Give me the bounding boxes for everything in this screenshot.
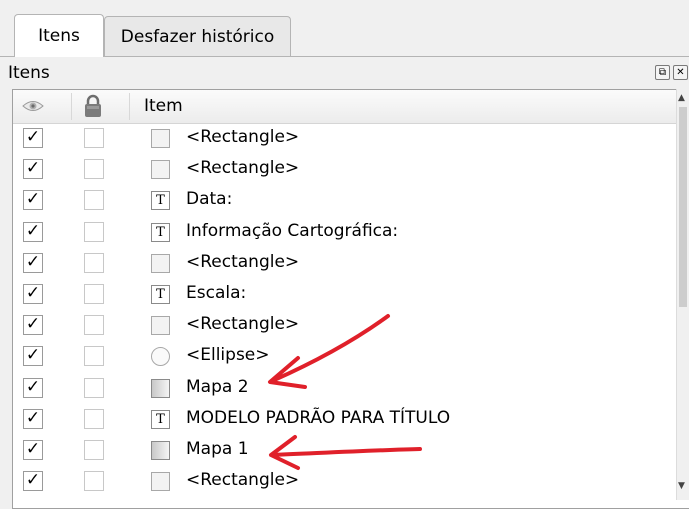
text-icon: T [151, 285, 170, 304]
tab-itens[interactable]: Itens [14, 14, 104, 57]
text-icon: T [151, 409, 170, 429]
item-label[interactable]: Mapa 1 [186, 439, 249, 459]
close-icon[interactable]: ✕ [673, 65, 688, 80]
map-icon [151, 378, 170, 398]
list-item[interactable]: ✓ Mapa 2 [13, 373, 689, 404]
panel-title: Itens [8, 63, 50, 83]
tree-header: Item [13, 90, 689, 124]
text-icon: T [151, 191, 170, 211]
visibility-checkbox[interactable]: ✓ [23, 440, 43, 460]
visibility-checkbox[interactable]: ✓ [23, 252, 43, 273]
item-label[interactable]: Data: [186, 189, 232, 209]
items-tree: Item ✓ <Rectangle> ✓ <Rectangle> ✓ T Data: ✓ T In… [12, 89, 689, 509]
item-label[interactable]: <Ellipse> [186, 345, 270, 365]
visibility-checkbox[interactable]: ✓ [23, 346, 43, 367]
item-label[interactable]: Informação Cartográfica: [186, 221, 398, 241]
lock-checkbox[interactable] [84, 346, 104, 367]
text-icon: T [151, 222, 170, 242]
lock-checkbox[interactable] [84, 315, 104, 336]
scroll-up-icon[interactable]: ▲ [678, 93, 685, 103]
list-item[interactable]: ✓ <Rectangle> [13, 466, 689, 497]
rectangle-icon [151, 253, 170, 273]
lock-checkbox[interactable] [84, 190, 104, 211]
rectangle-icon [151, 160, 170, 180]
list-item[interactable]: ✓ <Ellipse> [13, 341, 689, 372]
visibility-checkbox[interactable]: ✓ [23, 190, 43, 211]
scrollbar-thumb[interactable] [679, 107, 687, 307]
item-label[interactable]: <Rectangle> [186, 470, 299, 490]
rectangle-icon [151, 316, 170, 336]
item-label[interactable]: <Rectangle> [186, 158, 299, 178]
lock-icon[interactable] [83, 94, 103, 118]
item-label[interactable]: <Rectangle> [186, 252, 299, 272]
visibility-checkbox[interactable]: ✓ [23, 159, 43, 180]
visibility-checkbox[interactable]: ✓ [23, 284, 43, 304]
visibility-checkbox[interactable]: ✓ [23, 315, 43, 336]
list-item[interactable]: ✓ <Rectangle> [13, 248, 689, 279]
float-icon[interactable]: ⧉ [655, 65, 670, 80]
eye-icon[interactable] [22, 99, 44, 113]
lock-checkbox[interactable] [84, 377, 104, 398]
list-item[interactable]: ✓ T MODELO PADRÃO PARA TÍTULO [13, 404, 689, 435]
list-item[interactable]: ✓ <Rectangle> [13, 123, 689, 154]
list-item[interactable]: ✓ Mapa 1 [13, 435, 689, 466]
lock-checkbox[interactable] [84, 128, 104, 148]
item-label[interactable]: <Rectangle> [186, 314, 299, 334]
tab-bar: Itens Desfazer histórico [0, 0, 689, 57]
scroll-down-icon[interactable]: ▼ [678, 481, 685, 491]
rectangle-icon [151, 129, 170, 148]
list-item[interactable]: ✓ <Rectangle> [13, 154, 689, 185]
visibility-checkbox[interactable]: ✓ [23, 408, 43, 429]
rectangle-icon [151, 472, 170, 492]
lock-checkbox[interactable] [84, 159, 104, 180]
lock-checkbox[interactable] [84, 221, 104, 242]
item-label[interactable]: MODELO PADRÃO PARA TÍTULO [186, 408, 450, 428]
lock-checkbox[interactable] [84, 440, 104, 460]
item-label[interactable]: <Rectangle> [186, 127, 299, 147]
list-item[interactable]: ✓ <Rectangle> [13, 310, 689, 341]
tab-undo-history[interactable]: Desfazer histórico [104, 16, 291, 56]
lock-checkbox[interactable] [84, 408, 104, 429]
ellipse-icon [151, 347, 170, 367]
lock-checkbox[interactable] [84, 471, 104, 492]
visibility-checkbox[interactable]: ✓ [23, 377, 43, 398]
list-item[interactable]: ✓ T Data: [13, 185, 689, 216]
lock-checkbox[interactable] [84, 284, 104, 304]
panel-header: Itens ⧉ ✕ [0, 57, 689, 89]
vertical-scrollbar[interactable]: ▲ ▼ [676, 89, 689, 500]
item-label[interactable]: Escala: [186, 283, 246, 303]
map-icon [151, 441, 170, 460]
visibility-checkbox[interactable]: ✓ [23, 128, 43, 148]
lock-checkbox[interactable] [84, 252, 104, 273]
visibility-checkbox[interactable]: ✓ [23, 471, 43, 492]
list-item[interactable]: ✓ T Informação Cartográfica: [13, 217, 689, 248]
column-header-item[interactable]: Item [144, 96, 183, 116]
visibility-checkbox[interactable]: ✓ [23, 221, 43, 242]
item-label[interactable]: Mapa 2 [186, 377, 249, 397]
list-item[interactable]: ✓ T Escala: [13, 279, 689, 310]
tab-label: Desfazer histórico [120, 26, 275, 47]
tab-label: Itens [38, 26, 80, 46]
